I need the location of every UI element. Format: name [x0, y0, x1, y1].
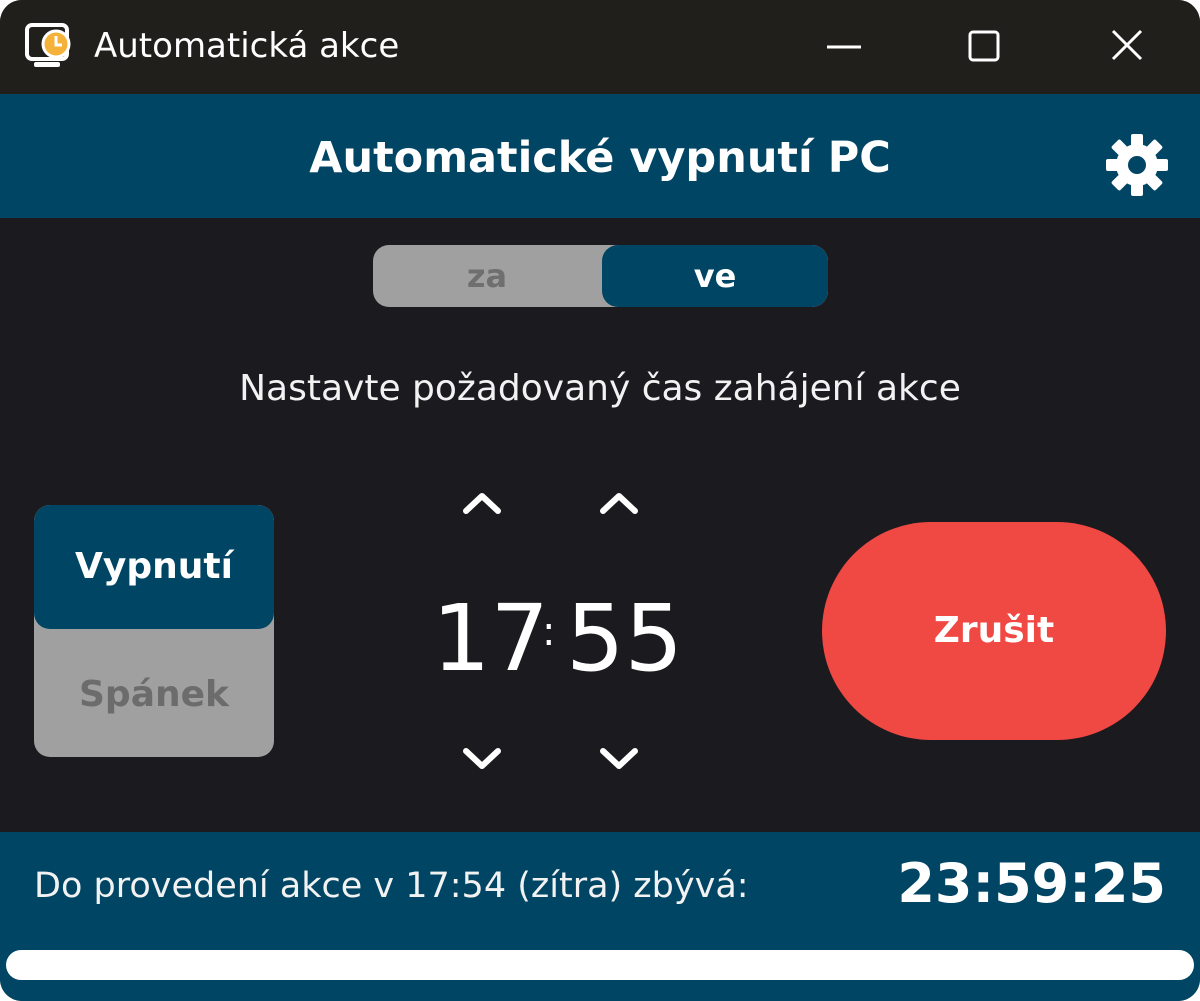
action-option-shutdown[interactable]: Vypnutí — [34, 505, 274, 629]
countdown-timer: 23:59:25 — [897, 852, 1166, 915]
cancel-button[interactable]: Zrušit — [822, 522, 1166, 740]
progress-fill — [6, 950, 1194, 980]
minutes-down-icon[interactable] — [595, 744, 643, 774]
instruction-text: Nastavte požadovaný čas zahájení akce — [239, 368, 961, 409]
hours-up-icon[interactable] — [458, 487, 506, 517]
window-title: Automatická akce — [94, 26, 400, 66]
status-text: Do provedení akce v 17:54 (zítra) zbývá: — [34, 866, 749, 906]
minutes-up-icon[interactable] — [595, 487, 643, 517]
gear-icon[interactable] — [1104, 132, 1170, 198]
close-icon — [1111, 29, 1143, 61]
time-separator: : — [542, 609, 556, 655]
action-option-sleep[interactable]: Spánek — [34, 633, 274, 757]
hours-down-icon[interactable] — [458, 744, 506, 774]
maximize-icon — [968, 30, 1000, 62]
app-icon — [25, 23, 71, 67]
title-bar[interactable]: Automatická akce — [0, 0, 1200, 94]
app-window: Automatická akce Automatické vypnutí PC — [0, 0, 1200, 1001]
minutes-value[interactable]: 55 — [566, 584, 683, 694]
mode-toggle: za ve — [373, 245, 828, 307]
header-bar: Automatické vypnutí PC — [0, 94, 1200, 218]
progress-bar — [6, 950, 1194, 980]
minimize-icon — [827, 45, 861, 49]
toggle-option-ve[interactable]: ve — [602, 245, 828, 307]
close-button[interactable] — [1098, 18, 1158, 76]
page-title: Automatické vypnutí PC — [309, 133, 891, 183]
hours-value[interactable]: 17 — [432, 584, 549, 694]
status-footer: Do provedení akce v 17:54 (zítra) zbývá:… — [0, 832, 1200, 1001]
toggle-option-za[interactable]: za — [373, 245, 601, 307]
action-selector: Vypnutí Spánek — [34, 505, 274, 757]
maximize-button[interactable] — [955, 18, 1015, 76]
minimize-button[interactable] — [815, 18, 875, 76]
